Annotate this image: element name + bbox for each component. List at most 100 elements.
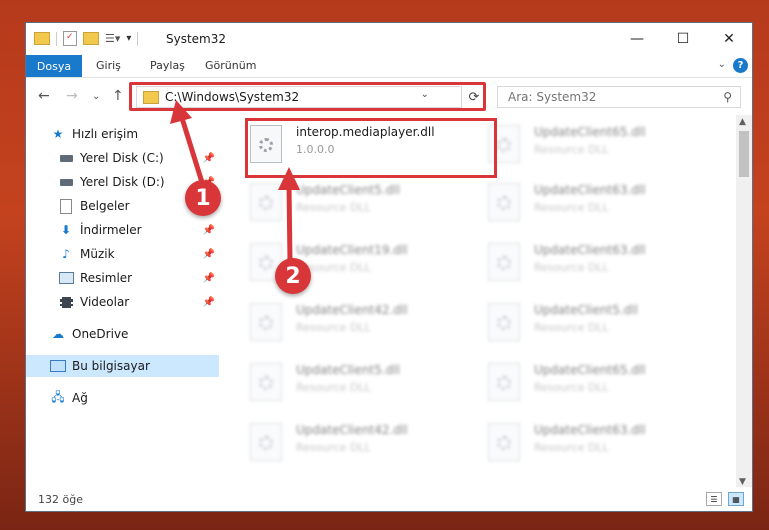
sidebar-item-pictures[interactable]: Resimler 📌	[26, 267, 219, 289]
dll-file-icon	[488, 423, 520, 461]
pin-icon[interactable]: 📌	[203, 153, 215, 164]
file-description: Resource DLL	[534, 321, 609, 334]
pin-icon[interactable]: 📌	[203, 249, 215, 260]
file-description: Resource DLL	[296, 381, 371, 394]
sidebar-item-label: İndirmeler	[80, 223, 142, 237]
up-arrow-icon[interactable]: ↑	[112, 88, 124, 104]
file-item[interactable]: UpdateClient63.dll Resource DLL	[484, 179, 720, 227]
recent-locations-chevron-icon[interactable]: ⌄	[92, 91, 100, 102]
sidebar-item-this-pc[interactable]: Bu bilgisayar	[26, 355, 219, 377]
details-view-icon[interactable]: ☰	[706, 492, 722, 506]
explorer-window: ✓ ☰▾ ▾ System32 — ☐ ✕ Dosya Giriş Paylaş…	[25, 22, 753, 512]
step-marker-2: 2	[275, 258, 311, 294]
sidebar-item-videos[interactable]: Videolar 📌	[26, 291, 219, 313]
sidebar-item-onedrive[interactable]: ☁ OneDrive	[26, 323, 219, 345]
pin-icon[interactable]: 📌	[203, 225, 215, 236]
dll-file-icon	[250, 303, 282, 341]
drive-icon	[58, 174, 74, 190]
file-item[interactable]: UpdateClient42.dll Resource DLL	[246, 419, 482, 467]
sidebar-item-local-disk-c[interactable]: Yerel Disk (C:) 📌	[26, 147, 219, 169]
vertical-scrollbar[interactable]: ▲ ▼	[736, 115, 752, 489]
download-icon: ⬇	[60, 223, 72, 237]
address-highlight-box	[129, 82, 486, 111]
dll-file-icon	[250, 183, 282, 221]
navigation-bar: ← → ⌄ ↑ C:\Windows\System32 ⌄ ⟳ ⚲	[26, 78, 752, 116]
file-description: Resource DLL	[534, 201, 609, 214]
ribbon-expand-icon[interactable]: ⌄	[718, 59, 726, 70]
sidebar-item-network[interactable]: 🖧 Ağ	[26, 387, 219, 409]
window-title: System32	[166, 32, 227, 46]
sidebar-item-label: Videolar	[80, 295, 130, 309]
tab-file[interactable]: Dosya	[26, 55, 82, 77]
file-name: UpdateClient42.dll	[296, 303, 408, 317]
maximize-button[interactable]: ☐	[660, 23, 706, 55]
file-name: UpdateClient42.dll	[296, 423, 408, 437]
file-item[interactable]: UpdateClient63.dll Resource DLL	[484, 419, 720, 467]
scroll-down-icon[interactable]: ▼	[739, 477, 746, 487]
dll-file-icon	[488, 303, 520, 341]
help-icon[interactable]: ?	[733, 58, 748, 73]
file-name: UpdateClient5.dll	[534, 303, 638, 317]
sidebar-item-music[interactable]: ♪ Müzik 📌	[26, 243, 219, 265]
properties-icon[interactable]: ✓	[63, 31, 77, 46]
dll-file-icon	[488, 363, 520, 401]
item-count: 132 öğe	[38, 493, 83, 506]
picture-icon	[58, 270, 74, 286]
network-icon: 🖧	[51, 389, 65, 404]
view-switcher: ☰ ▦	[706, 492, 744, 506]
sidebar-item-label: Ağ	[72, 391, 88, 405]
file-item[interactable]: UpdateClient63.dll Resource DLL	[484, 239, 720, 287]
close-button[interactable]: ✕	[706, 23, 752, 55]
file-item[interactable]: UpdateClient5.dll Resource DLL	[246, 359, 482, 407]
tab-home[interactable]: Giriş	[96, 59, 121, 72]
quick-access-toolbar: ✓ ☰▾ ▾	[34, 31, 139, 46]
file-name: UpdateClient63.dll	[534, 243, 646, 257]
folder-icon[interactable]	[34, 32, 50, 45]
music-icon: ♪	[62, 247, 70, 261]
file-description: Resource DLL	[534, 441, 609, 454]
sidebar-item-label: Yerel Disk (D:)	[80, 175, 165, 189]
sidebar-item-label: Belgeler	[80, 199, 130, 213]
back-arrow-icon[interactable]: ←	[38, 88, 50, 104]
search-icon[interactable]: ⚲	[723, 90, 732, 104]
search-box[interactable]: ⚲	[497, 86, 741, 108]
customize-chevron-icon[interactable]: ▾	[126, 33, 131, 44]
new-folder-icon[interactable]	[83, 32, 99, 45]
file-item[interactable]: UpdateClient65.dll Resource DLL	[484, 359, 720, 407]
sidebar-item-label: Bu bilgisayar	[72, 359, 150, 373]
file-item[interactable]: UpdateClient65.dll Resource DLL	[484, 121, 720, 169]
file-item[interactable]: UpdateClient5.dll Resource DLL	[484, 299, 720, 347]
dll-file-icon	[250, 423, 282, 461]
forward-arrow-icon[interactable]: →	[66, 88, 78, 104]
star-icon: ★	[52, 127, 64, 141]
dll-file-icon	[250, 363, 282, 401]
sidebar-item-downloads[interactable]: ⬇ İndirmeler 📌	[26, 219, 219, 241]
view-menu-icon[interactable]: ☰▾	[105, 32, 120, 45]
file-item[interactable]: UpdateClient42.dll Resource DLL	[246, 299, 482, 347]
drive-icon	[58, 150, 74, 166]
search-input[interactable]	[506, 89, 710, 105]
file-description: Resource DLL	[534, 261, 609, 274]
sidebar-item-label: OneDrive	[72, 327, 129, 341]
tab-share[interactable]: Paylaş	[150, 59, 185, 72]
file-name: UpdateClient65.dll	[534, 363, 646, 377]
sidebar-item-quick-access[interactable]: ★ Hızlı erişim	[26, 123, 219, 145]
cloud-icon: ☁	[52, 327, 64, 341]
pin-icon[interactable]: 📌	[203, 297, 215, 308]
file-item[interactable]: UpdateClient5.dll Resource DLL	[246, 179, 482, 227]
file-name: UpdateClient65.dll	[534, 125, 646, 139]
file-description: Resource DLL	[296, 201, 371, 214]
file-description: Resource DLL	[534, 143, 609, 156]
ribbon-tabs: Dosya Giriş Paylaş Görünüm ⌄ ?	[26, 55, 752, 78]
sidebar-item-label: Yerel Disk (C:)	[80, 151, 164, 165]
separator	[56, 31, 57, 46]
tab-view[interactable]: Görünüm	[205, 59, 256, 72]
step-marker-1: 1	[185, 180, 221, 216]
scrollbar-thumb[interactable]	[739, 131, 749, 177]
large-icons-view-icon[interactable]: ▦	[728, 492, 744, 506]
scroll-up-icon[interactable]: ▲	[739, 117, 746, 127]
file-name: UpdateClient5.dll	[296, 363, 400, 377]
file-name: UpdateClient19.dll	[296, 243, 408, 257]
pin-icon[interactable]: 📌	[203, 273, 215, 284]
minimize-button[interactable]: —	[614, 23, 660, 55]
